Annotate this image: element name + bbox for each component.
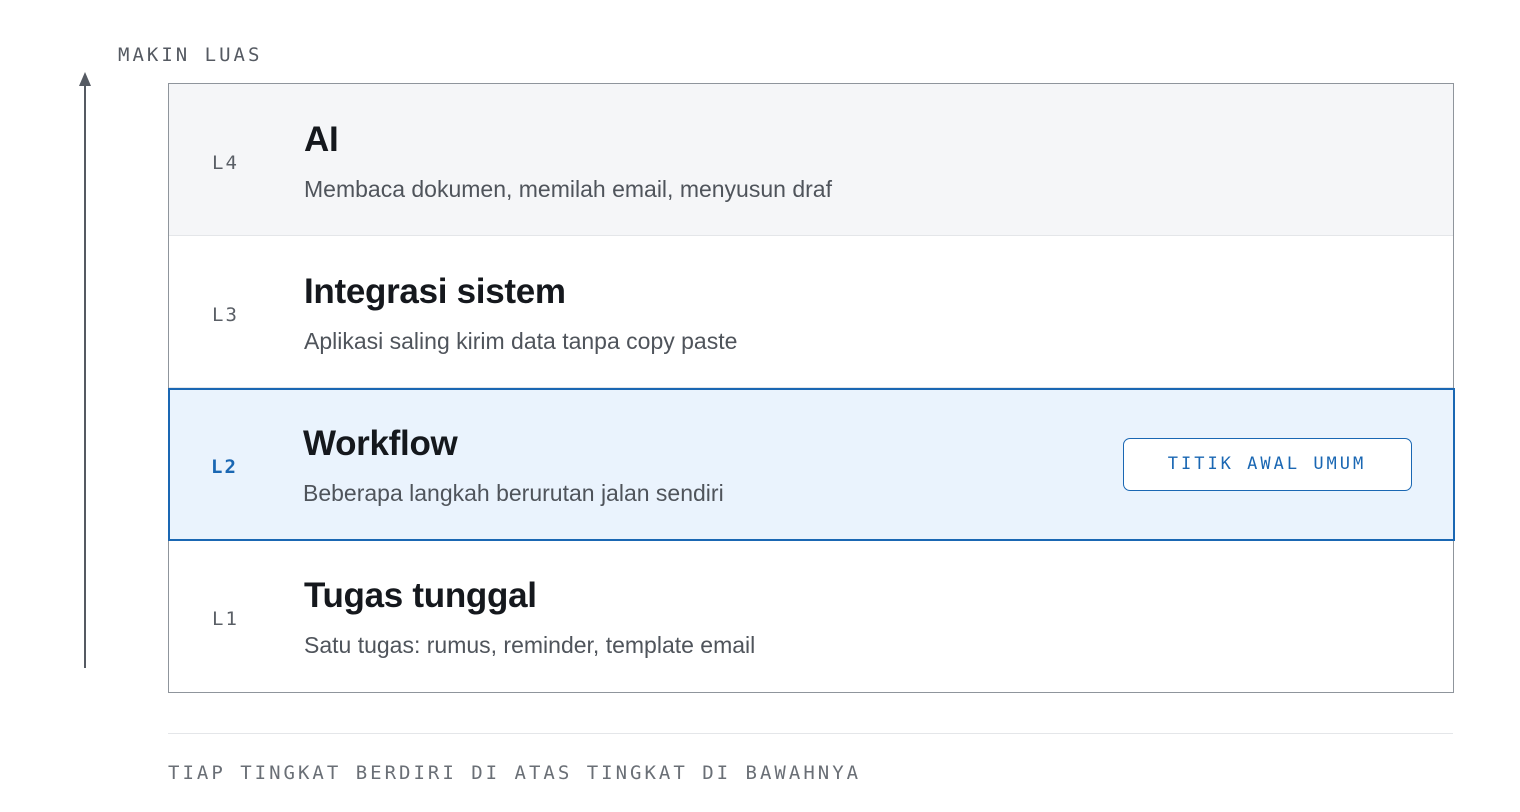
level-row-l2: L2 Workflow Beberapa langkah berurutan j… <box>167 387 1455 541</box>
axis-label: MAKIN LUAS <box>118 44 263 66</box>
level-stack: L4 AI Membaca dokumen, memilah email, me… <box>167 83 1455 693</box>
starting-point-badge: TITIK AWAL UMUM <box>1122 437 1412 491</box>
footnote: TIAP TINGKAT BERDIRI DI ATAS TINGKAT DI … <box>168 762 862 784</box>
level-row-l3: L3 Integrasi sistem Aplikasi saling kiri… <box>169 236 1453 388</box>
level-description: Beberapa langkah berurutan jalan sendiri <box>303 479 724 506</box>
level-code: L3 <box>212 304 239 326</box>
level-title: Integrasi sistem <box>304 272 566 311</box>
level-description: Membaca dokumen, memilah email, menyusun… <box>304 176 832 202</box>
level-row-l1: L1 Tugas tunggal Satu tugas: rumus, remi… <box>169 540 1453 692</box>
level-code: L1 <box>212 608 239 630</box>
up-arrow-icon <box>79 72 91 668</box>
level-row-l4: L4 AI Membaca dokumen, memilah email, me… <box>169 84 1453 236</box>
level-title: Tugas tunggal <box>304 576 537 615</box>
level-code: L4 <box>212 152 239 174</box>
level-description: Aplikasi saling kirim data tanpa copy pa… <box>304 328 738 354</box>
level-code: L2 <box>211 455 238 478</box>
divider <box>168 733 1453 734</box>
level-title: AI <box>304 120 339 159</box>
level-title: Workflow <box>303 423 458 463</box>
level-description: Satu tugas: rumus, reminder, template em… <box>304 632 756 658</box>
